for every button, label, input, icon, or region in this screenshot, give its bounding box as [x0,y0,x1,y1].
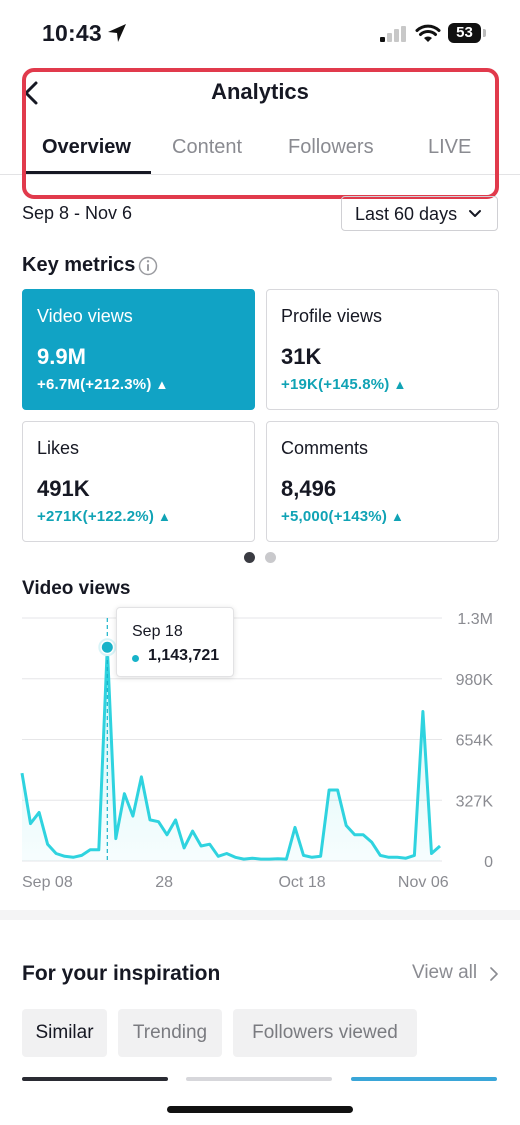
metric-card-profile-views[interactable]: Profile views 31K +19K(+145.8%) ▲ [266,289,499,410]
chart-area-fill [22,647,440,861]
inspiration-title: For your inspiration [22,962,221,985]
up-arrow-icon: ▲ [155,377,169,392]
wifi-icon [415,24,441,42]
video-views-chart-title: Video views [22,578,131,599]
chevron-right-icon[interactable] [490,967,498,981]
tab-bar: Overview Content Followers LIVE [0,124,520,174]
chip-trending[interactable]: Trending [118,1009,222,1057]
tab-content[interactable]: Content [172,136,242,159]
y-tick-label: 654K [456,733,494,750]
metric-label: Video views [37,306,133,326]
y-tick-label: 0 [484,854,493,871]
metric-label: Profile views [281,306,383,326]
page-indicator-dot[interactable] [265,552,276,563]
tab-followers[interactable]: Followers [288,136,374,159]
x-tick-label: Sep 08 [22,874,73,891]
up-arrow-icon: ▲ [391,509,405,524]
battery-level: 53 [456,24,473,41]
view-all-link[interactable]: View all [412,962,477,984]
video-thumbnail[interactable] [351,1077,497,1081]
tooltip-date: Sep 18 [132,623,183,640]
status-time: 10:43 [42,20,102,46]
section-divider [0,910,520,920]
metric-card-likes[interactable]: Likes 491K +271K(+122.2%) ▲ [22,421,255,542]
tab-overview[interactable]: Overview [42,136,131,159]
video-thumbnail[interactable] [22,1077,168,1081]
page-indicator-dot-active[interactable] [244,552,255,563]
metric-label: Likes [37,438,80,458]
y-tick-label: 1.3M [457,611,493,628]
period-dropdown-label: Last 60 days [355,204,458,224]
chip-followers-viewed[interactable]: Followers viewed [233,1009,417,1057]
x-tick-label: 28 [155,874,173,891]
video-views-chart[interactable]: 1.3M 980K 654K 327K 0 Sep 08 28 Oct 18 Nov 06 [0,600,520,900]
home-indicator [167,1106,353,1113]
chevron-down-icon [469,210,481,217]
x-tick-label: Oct 18 [278,874,325,891]
video-thumbnail[interactable] [186,1077,332,1081]
up-arrow-icon: ▲ [158,509,172,524]
up-arrow-icon: ▲ [393,377,407,392]
y-tick-label: 327K [456,793,494,810]
metric-card-comments[interactable]: Comments 8,496 +5,000(+143%) ▲ [266,421,499,542]
metric-change: +5,000(+143%) ▲ [281,508,405,525]
metric-value: 8,496 [281,476,337,501]
tabs-divider [0,174,520,175]
metric-label: Comments [281,438,369,458]
x-tick-label: Nov 06 [398,874,449,891]
location-arrow-icon [108,24,126,42]
metric-change: +19K(+145.8%) ▲ [281,376,407,393]
metric-value: 491K [37,476,90,501]
key-metrics-title: Key metrics [22,254,136,276]
y-tick-label: 980K [456,672,494,689]
status-bar: 10:43 53 [0,0,520,64]
tab-live[interactable]: LIVE [428,136,471,159]
info-icon[interactable] [138,256,158,276]
metric-change: +271K(+122.2%) ▲ [37,508,172,525]
period-dropdown[interactable]: Last 60 days [341,196,498,231]
metric-value: 31K [281,344,322,369]
chip-similar[interactable]: Similar [22,1009,107,1057]
metric-value: 9.9M [37,344,86,369]
chart-highlight-point [101,641,113,653]
chart-tooltip: Sep 18 1,143,721 [116,607,234,677]
date-range: Sep 8 - Nov 6 [22,203,133,223]
tooltip-value: 1,143,721 [148,647,220,664]
metric-change: +6.7M(+212.3%) ▲ [37,376,169,393]
metric-card-video-views[interactable]: Video views 9.9M +6.7M(+212.3%) ▲ [22,289,255,410]
tooltip-series-dot [132,655,139,662]
cellular-signal-icon [380,26,406,42]
battery-indicator: 53 [448,23,486,43]
page-title: Analytics [211,79,309,104]
